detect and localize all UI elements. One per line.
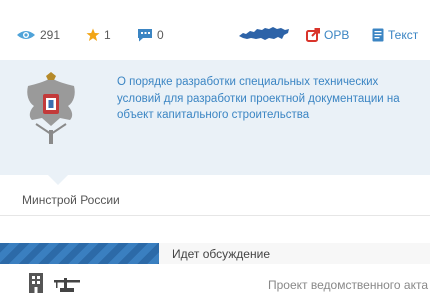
status-label: Идет обсуждение — [172, 247, 270, 261]
divider — [0, 215, 430, 216]
project-card: О порядке разработки специальных техниче… — [0, 60, 430, 175]
favorites-stat[interactable]: 1 — [86, 28, 111, 42]
progress-bar-fill — [0, 243, 160, 264]
comment-icon — [138, 29, 152, 42]
external-link-icon — [306, 28, 320, 42]
stats-bar: 291 1 0 ОРВ Текст — [0, 0, 430, 60]
document-type: Проект ведомственного акта — [268, 278, 428, 292]
views-count: 291 — [40, 28, 61, 42]
card-pointer — [48, 175, 68, 185]
text-link[interactable]: Текст — [372, 28, 418, 42]
favorites-count: 1 — [104, 28, 111, 42]
russia-map-icon[interactable] — [238, 26, 290, 42]
organization-name: Минстрой России — [22, 193, 120, 207]
comments-count: 0 — [157, 28, 164, 42]
crane-icon[interactable] — [54, 278, 80, 292]
ministry-emblem-icon — [27, 72, 75, 144]
views-stat: 291 — [16, 28, 60, 42]
project-title-link[interactable]: О порядке разработки специальных техниче… — [117, 74, 407, 124]
comments-stat[interactable]: 0 — [137, 28, 164, 42]
star-icon — [86, 28, 100, 41]
eye-icon — [17, 31, 35, 39]
document-icon — [372, 28, 384, 42]
discussion-progress: Идет обсуждение — [0, 243, 430, 264]
orv-label: ОРВ — [324, 28, 350, 42]
orv-link[interactable]: ОРВ — [306, 28, 349, 42]
bottom-row: Проект ведомственного акта — [0, 268, 430, 303]
building-icon[interactable] — [28, 272, 44, 294]
text-label: Текст — [388, 28, 419, 42]
